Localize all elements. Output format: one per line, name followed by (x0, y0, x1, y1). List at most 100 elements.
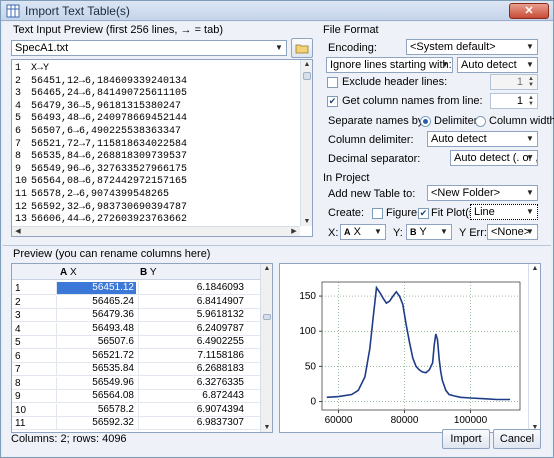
table-row[interactable]: 4 56493.48 6.2409787 (12, 322, 260, 336)
scroll-up-icon[interactable]: ▲ (302, 61, 312, 68)
encoding-select[interactable]: <System default> ▼ (406, 39, 538, 55)
line-number: 13 (15, 214, 28, 226)
scroll-thumb[interactable] (303, 72, 311, 80)
table-row[interactable]: 8 56549.96 6.3276335 (12, 376, 260, 390)
scroll-thumb[interactable] (263, 314, 271, 320)
add-table-select[interactable]: <New Folder> ▼ (427, 185, 538, 201)
plot-type-select[interactable]: Line ▼ (470, 204, 538, 220)
add-table-label: Add new Table to: (328, 188, 416, 200)
row-number: 3 (15, 310, 21, 321)
cell-x[interactable]: 56493.48 (56, 322, 136, 335)
figure-checkbox[interactable] (372, 208, 383, 219)
scroll-left-icon[interactable]: ◀ (13, 227, 23, 235)
cancel-button[interactable]: Cancel (493, 429, 541, 449)
line-number: 11 (15, 189, 28, 200)
row-number: 5 (15, 337, 21, 348)
line-number: 5 (15, 113, 22, 125)
text-preview-vscroll[interactable]: ▲ ▼ (300, 60, 312, 226)
delimiter-radio-label: Delimiter (434, 115, 478, 127)
column-names-checkbox[interactable]: ✔ (327, 96, 338, 107)
spin-down-icon[interactable]: ▼ (526, 82, 536, 88)
line-text: 56521,72→7,115818634022584 (31, 138, 188, 150)
chevron-down-icon: ▼ (526, 188, 534, 197)
scroll-up-icon[interactable]: ▲ (262, 265, 272, 272)
cell-x[interactable]: 56521.72 (56, 349, 136, 362)
file-select[interactable]: SpecA1.txt ▼ (11, 40, 287, 56)
y-err-select[interactable]: <None> ▼ (487, 224, 538, 240)
plot-vscroll[interactable]: ▲ ▼ (528, 264, 540, 432)
y-column-select[interactable]: B Y ▼ (406, 224, 452, 240)
line-text: 56451,12→6,184609339240134 (31, 75, 188, 87)
x-column-value: X (353, 226, 361, 238)
chevron-down-icon: ▼ (526, 207, 534, 216)
cell-y[interactable]: 6.2688183 (138, 363, 246, 375)
import-button[interactable]: Import (442, 429, 490, 449)
table-row[interactable]: 1 56451.12 6.1846093 (12, 282, 260, 295)
preview-table[interactable]: A X B Y 1 56451.12 6.1846093 2 56465.24 6.841… (11, 263, 273, 433)
figure-label: Figure (386, 207, 418, 219)
cell-x[interactable]: 56465.24 (56, 295, 136, 308)
column-a-header[interactable]: A X (60, 267, 77, 279)
column-delimiter-value: Auto detect (431, 133, 487, 145)
decimal-separator-select[interactable]: Auto detect (. or ,) ▼ (450, 150, 538, 166)
column-width-radio[interactable] (475, 116, 486, 127)
text-preview-box[interactable]: 1 X→Y 2 56451,12→6,184609339240134 3 56465,24… (11, 59, 313, 237)
cell-y[interactable]: 6.2409787 (138, 322, 246, 335)
line-text: 56465,24→6,841490725611105 (31, 88, 188, 100)
table-row[interactable]: 6 56521.72 7.1158186 (12, 349, 260, 363)
cell-y[interactable]: 7.1158186 (138, 349, 246, 362)
exclude-header-checkbox[interactable] (327, 77, 338, 88)
ignore-lines-select[interactable]: Ignore lines starting with: ▼ (326, 57, 453, 73)
text-preview-hscroll[interactable]: ◀ ▶ (12, 226, 300, 236)
spin-down-icon[interactable]: ▼ (526, 101, 536, 107)
column-delimiter-label: Column delimiter: (328, 134, 414, 146)
exclude-header-spin[interactable]: 1 ▲ ▼ (490, 74, 538, 90)
table-row[interactable]: 5 56507.6 6.4902255 (12, 336, 260, 349)
cell-y[interactable]: 6.3276335 (138, 376, 246, 389)
ignore-lines-mode-select[interactable]: Auto detect ▼ (457, 57, 538, 73)
table-row[interactable]: 7 56535.84 6.2688183 (12, 363, 260, 376)
y-column-label: Y: (393, 227, 403, 239)
close-button[interactable]: ✕ (509, 3, 549, 19)
cell-y[interactable]: 5.9618132 (138, 309, 246, 321)
cell-x[interactable]: 56507.6 (56, 336, 136, 348)
cell-y[interactable]: 6.4902255 (138, 336, 246, 348)
column-b-header[interactable]: B Y (140, 267, 157, 279)
scroll-down-icon[interactable]: ▼ (302, 218, 312, 225)
column-names-spin[interactable]: 1 ▲ ▼ (490, 93, 538, 109)
column-delimiter-select[interactable]: Auto detect ▼ (427, 131, 538, 147)
cell-x[interactable]: 56549.96 (56, 376, 136, 389)
delimiter-radio[interactable] (420, 116, 431, 127)
cell-x[interactable]: 56479.36 (56, 309, 136, 321)
table-row[interactable]: 3 56479.36 5.9618132 (12, 309, 260, 322)
scroll-up-icon[interactable]: ▲ (530, 265, 540, 272)
x-tick-label: 80000 (391, 415, 419, 426)
cell-y[interactable]: 6.1846093 (138, 282, 246, 294)
cell-x[interactable]: 56564.08 (56, 390, 136, 402)
window-title: Import Text Table(s) (25, 4, 130, 18)
fit-plot-checkbox[interactable]: ✔ (418, 208, 429, 219)
table-row[interactable]: 11 56592.32 6.9837307 (12, 417, 260, 430)
cell-y[interactable]: 6.872443 (138, 390, 246, 402)
title-bar[interactable]: Import Text Table(s) ✕ (1, 1, 553, 21)
scroll-down-icon[interactable]: ▼ (262, 424, 272, 431)
table-row[interactable]: 10 56578.2 6.9074394 (12, 403, 260, 417)
cell-x[interactable]: 56535.84 (56, 363, 136, 375)
line-text: 56578,2→6,9074399548265 (31, 189, 170, 200)
cell-x[interactable]: 56592.32 (56, 417, 136, 429)
table-vscroll[interactable]: ▲ ▼ (260, 264, 272, 432)
cell-y[interactable]: 6.9837307 (138, 417, 246, 429)
cell-x[interactable]: 56578.2 (56, 403, 136, 416)
row-number: 4 (15, 323, 21, 335)
cell-x[interactable]: 56451.12 (56, 282, 136, 294)
y-tick-label: 0 (310, 397, 316, 408)
scroll-right-icon[interactable]: ▶ (289, 227, 299, 235)
line-number: 2 (15, 75, 22, 87)
open-file-button[interactable] (291, 38, 313, 58)
cell-y[interactable]: 6.9074394 (138, 403, 246, 416)
table-row[interactable]: 9 56564.08 6.872443 (12, 390, 260, 403)
row-number: 7 (15, 364, 21, 375)
cell-y[interactable]: 6.8414907 (138, 295, 246, 308)
x-column-select[interactable]: A X ▼ (340, 224, 386, 240)
table-row[interactable]: 2 56465.24 6.8414907 (12, 295, 260, 309)
